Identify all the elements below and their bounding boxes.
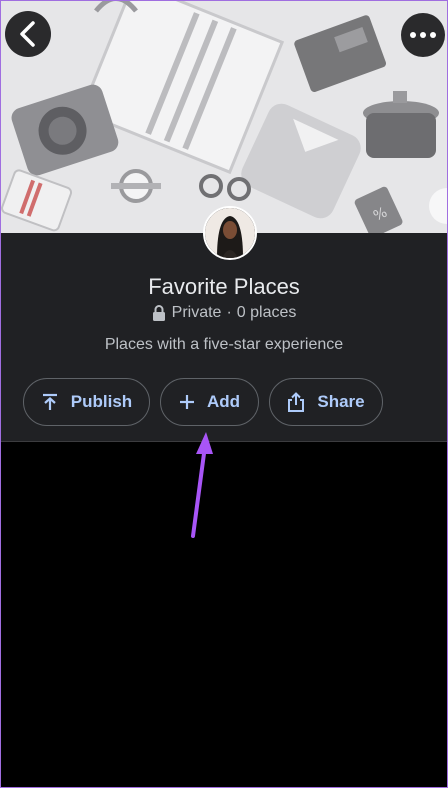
back-button[interactable] — [5, 11, 51, 57]
plus-icon — [179, 394, 195, 410]
place-count: 0 places — [236, 304, 297, 321]
avatar[interactable] — [203, 206, 257, 260]
profile-photo — [205, 208, 255, 258]
list-description: Places with a five-star experience — [104, 336, 344, 353]
list-meta: Private · 0 places — [1, 304, 447, 322]
share-label: Share — [317, 392, 365, 411]
chevron-left-icon — [20, 21, 35, 47]
share-button[interactable]: Share — [269, 378, 383, 426]
more-horizontal-icon — [410, 32, 416, 38]
publish-icon — [41, 393, 59, 411]
lock-icon — [152, 304, 166, 322]
privacy-label: Private — [171, 304, 222, 321]
annotation-arrow — [191, 432, 213, 538]
meta-separator: · — [226, 304, 232, 321]
add-label: Add — [206, 392, 241, 411]
cover-pattern-illustration: % — [1, 1, 447, 233]
list-title: Favorite Places — [148, 274, 300, 299]
add-button[interactable]: Add — [160, 378, 259, 426]
publish-button[interactable]: Publish — [23, 378, 150, 426]
more-options-button[interactable] — [401, 13, 445, 57]
screen: % Favorite Places Private · 0 places Pla… — [0, 0, 448, 788]
list-cover-image: % — [1, 1, 447, 233]
share-icon — [287, 392, 305, 412]
publish-label: Publish — [70, 392, 133, 411]
